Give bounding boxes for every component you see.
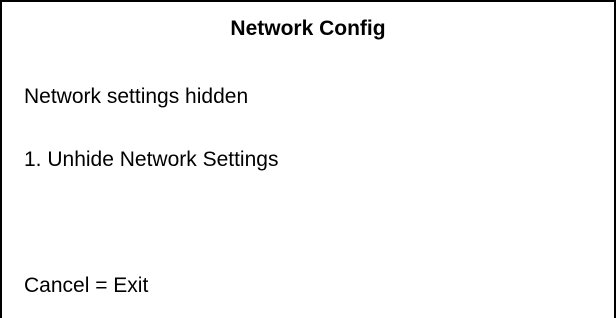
menu-option-unhide-network-settings[interactable]: 1. Unhide Network Settings: [24, 148, 278, 172]
status-text: Network settings hidden: [24, 85, 249, 108]
screen-title: Network Config: [230, 17, 386, 40]
network-config-screen: Network Config Network settings hidden 1…: [0, 0, 616, 318]
footer-hint: Cancel = Exit: [24, 274, 149, 297]
